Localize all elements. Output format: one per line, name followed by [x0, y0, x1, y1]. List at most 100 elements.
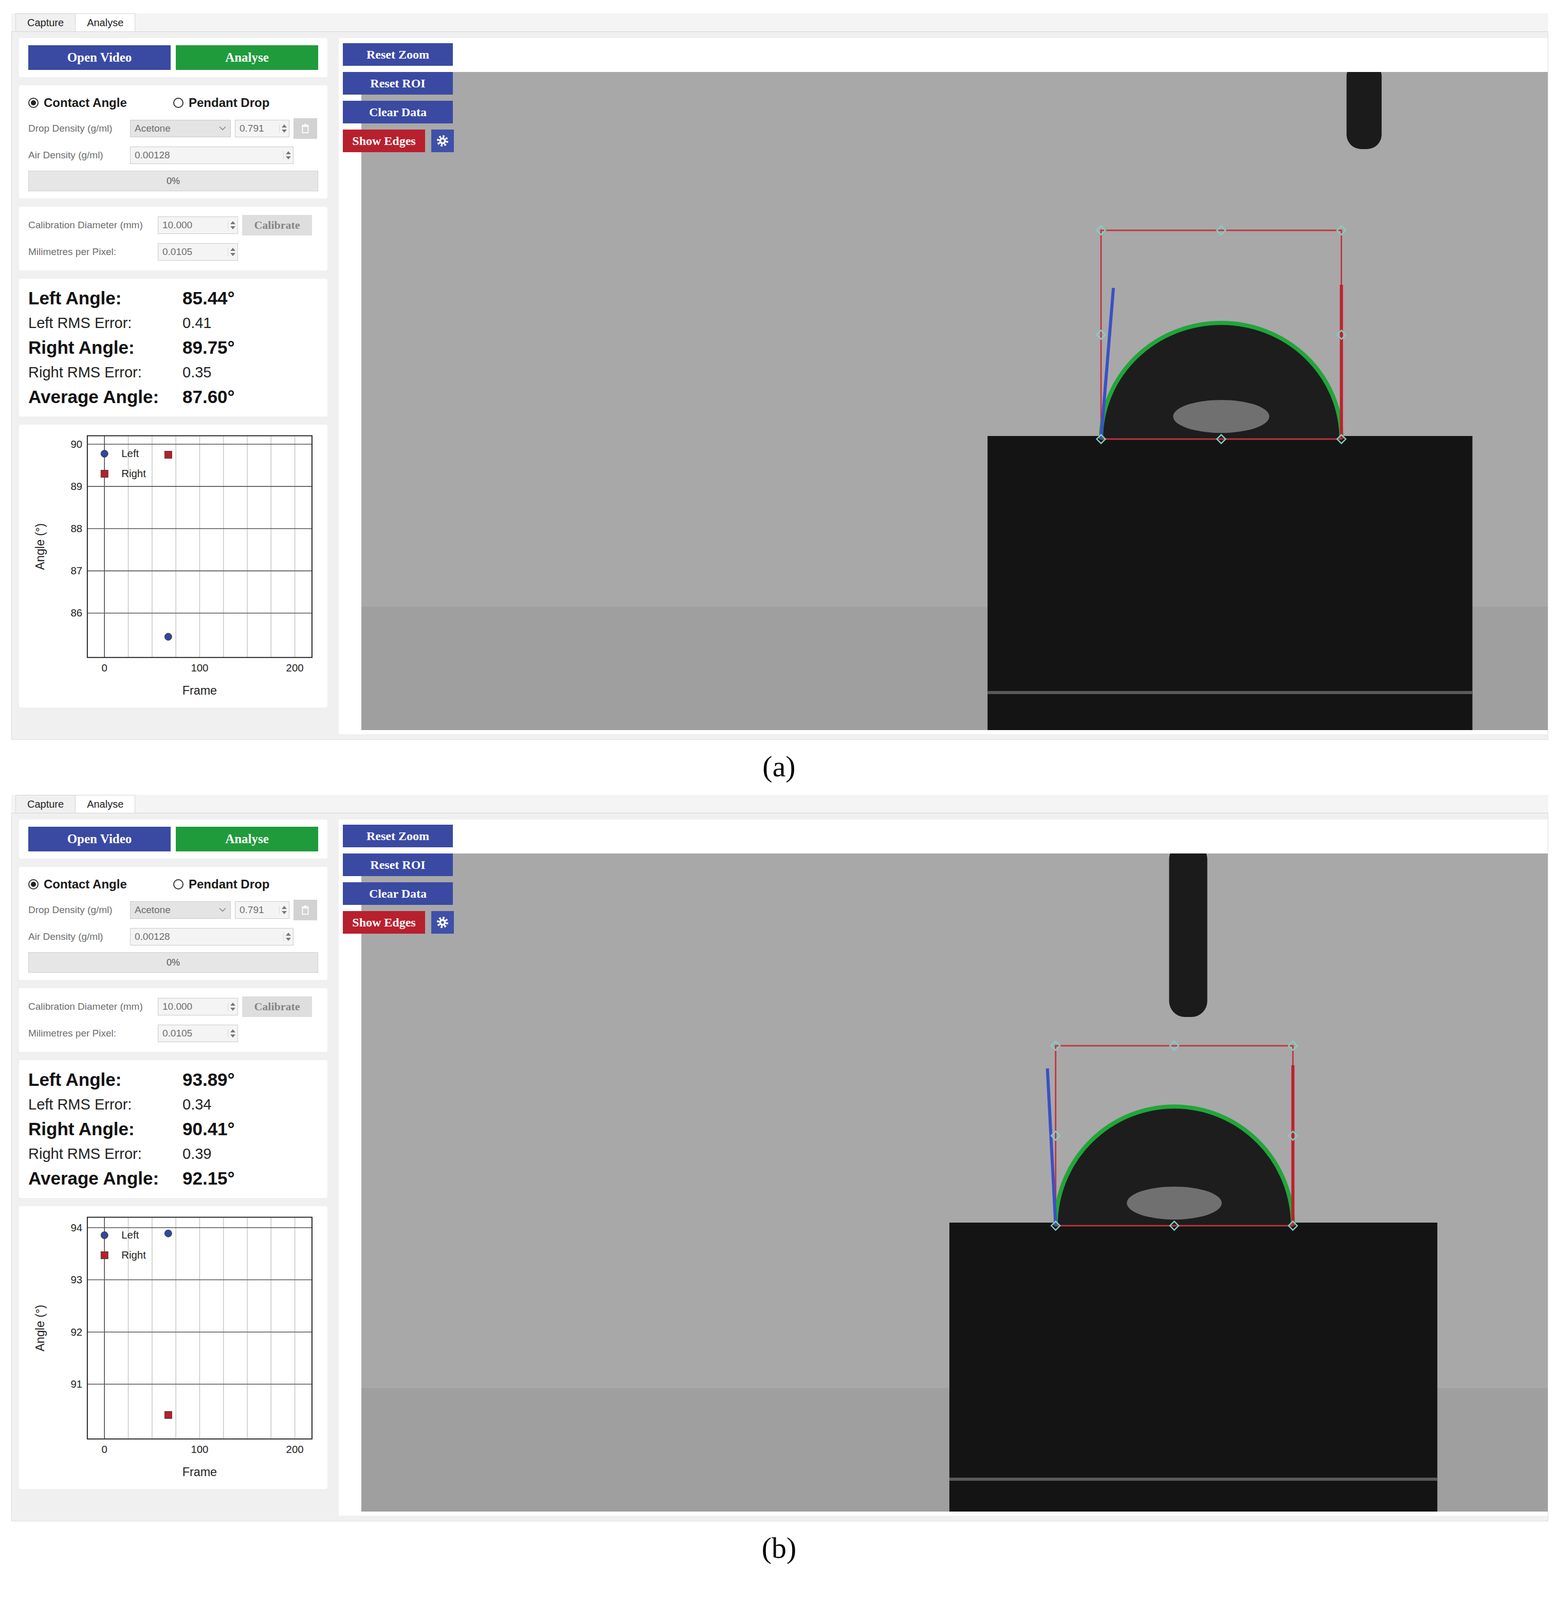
spin-arrows-icon [227, 221, 236, 230]
roi-box[interactable] [1101, 230, 1342, 439]
droplet [1101, 322, 1342, 439]
video-frame [361, 71, 1548, 730]
substrate [949, 1222, 1438, 1512]
settings-button[interactable] [431, 910, 454, 934]
tab[interactable]: Analyse [75, 794, 136, 813]
analyse-page: Open VideoAnalyse Contact AnglePendant Dr… [11, 31, 1549, 740]
calibration-spinbox[interactable]: 10.000 [157, 216, 238, 234]
delete-button[interactable] [293, 118, 318, 139]
view-button[interactable]: Clear Data [342, 100, 453, 124]
edge-toggle-row: Show Edges [342, 129, 454, 153]
mode-radio[interactable]: Pendant Drop [173, 876, 319, 892]
settings-button[interactable] [431, 129, 454, 153]
view-button[interactable]: Reset ROI [342, 853, 453, 876]
data-series [164, 633, 172, 641]
scale-row: Milimetres per Pixel:0.0105 [28, 240, 319, 264]
roi-handle[interactable] [1216, 226, 1226, 235]
data-point [164, 633, 172, 641]
roi-handle[interactable] [1051, 1221, 1060, 1231]
roi-handle[interactable] [1288, 1041, 1298, 1051]
density-spinbox[interactable]: 0.791 [234, 119, 290, 138]
progress-bar: 0% [28, 951, 319, 973]
legend-item: Right [100, 467, 146, 480]
svg-text:0: 0 [101, 1443, 108, 1455]
drop-density-row: Drop Density (g/ml) Acetone0.791 [28, 898, 319, 922]
liquid-combo[interactable]: Acetone [130, 119, 231, 138]
data-point [164, 1410, 172, 1419]
svg-text:87: 87 [70, 564, 83, 577]
roi-handle[interactable] [1216, 434, 1226, 444]
svg-text:0: 0 [101, 662, 108, 674]
drop-density-row: Drop Density (g/ml)Acetone0.791 [28, 117, 319, 140]
roi-handle[interactable] [1169, 1041, 1179, 1051]
roi-handle[interactable] [1096, 330, 1106, 340]
mode-radio[interactable]: Contact Angle [28, 876, 174, 892]
sidebar: Open VideoAnalyse Contact AnglePendant Dr… [19, 38, 328, 708]
field-label: Drop Density (g/ml) [28, 904, 126, 916]
mode-radio[interactable]: Pendant Drop [173, 95, 319, 111]
result-row: Left Angle:85.44° [28, 285, 319, 311]
field-label: Air Density (g/ml) [28, 149, 126, 161]
settings-card: Contact AnglePendant Drop Drop Density (g… [19, 85, 328, 199]
svg-text:100: 100 [190, 662, 209, 674]
open-video-button[interactable]: Open Video [28, 45, 171, 70]
density-spinbox[interactable]: 0.791 [234, 901, 290, 919]
analyse-button[interactable]: Analyse [175, 826, 319, 852]
analyse-button[interactable]: Analyse [175, 45, 319, 70]
roi-handle[interactable] [1051, 1131, 1060, 1141]
tab[interactable]: Capture [15, 13, 76, 32]
calibrate-button[interactable]: Calibrate [242, 996, 313, 1017]
angle-chart: 949392910100200FrameAngle (°)LeftRight [20, 1208, 325, 1487]
svg-text:Left: Left [121, 1229, 139, 1241]
figure-caption: (b) [0, 1520, 1558, 1576]
data-series [164, 451, 172, 459]
legend-item: Left [100, 447, 139, 460]
field-label: Milimetres per Pixel: [28, 1027, 154, 1039]
roi-handle[interactable] [1288, 1221, 1298, 1231]
view-button[interactable]: Reset Zoom [342, 824, 453, 848]
field-label: Air Density (g/ml) [28, 930, 126, 943]
roi-handle[interactable] [1051, 1041, 1060, 1051]
spin-arrows-icon [283, 932, 291, 941]
substrate [987, 435, 1473, 730]
scale-spinbox[interactable]: 0.0105 [157, 243, 238, 261]
edge-toggle-row: Show Edges [342, 910, 454, 934]
roi-handle[interactable] [1336, 330, 1346, 340]
view-button[interactable]: Reset Zoom [342, 43, 453, 66]
show-edges-button[interactable]: Show Edges [342, 910, 426, 934]
tab[interactable]: Analyse [75, 13, 136, 32]
result-row: Right RMS Error:0.39 [28, 1141, 319, 1166]
tab-bar: CaptureAnalyse [11, 13, 1549, 32]
result-row: Right Angle:89.75° [28, 335, 319, 360]
roi-handle[interactable] [1288, 1131, 1298, 1141]
radio-icon [28, 97, 39, 108]
scale-spinbox[interactable]: 0.0105 [157, 1024, 238, 1042]
spin-arrows-icon [227, 247, 236, 256]
roi-handle[interactable] [1336, 226, 1346, 235]
mode-radio[interactable]: Contact Angle [28, 95, 174, 111]
roi-handle[interactable] [1336, 434, 1346, 444]
view-button[interactable]: Reset ROI [342, 71, 453, 95]
air-density-spinbox[interactable]: 0.00128 [130, 927, 294, 946]
roi-handle[interactable] [1096, 434, 1106, 444]
svg-text:Left: Left [121, 447, 139, 460]
roi-handle[interactable] [1096, 226, 1106, 235]
open-video-button[interactable]: Open Video [28, 826, 171, 852]
needle [1168, 853, 1207, 1017]
view-button[interactable]: Clear Data [342, 882, 453, 905]
calibrate-button[interactable]: Calibrate [242, 214, 313, 236]
spin-arrows-icon [227, 1002, 236, 1011]
roi-box[interactable] [1055, 1045, 1294, 1226]
liquid-combo[interactable]: Acetone [130, 901, 231, 919]
svg-text:91: 91 [70, 1378, 83, 1390]
svg-text:92: 92 [70, 1326, 83, 1338]
show-edges-button[interactable]: Show Edges [342, 129, 426, 153]
action-card: Open VideoAnalyse [19, 819, 328, 859]
air-density-spinbox[interactable]: 0.00128 [130, 146, 294, 164]
calibration-spinbox[interactable]: 10.000 [157, 997, 238, 1016]
needle [1346, 71, 1382, 150]
result-row: Average Angle:87.60° [28, 384, 319, 410]
tab[interactable]: Capture [15, 794, 76, 813]
roi-handle[interactable] [1169, 1221, 1179, 1231]
delete-button[interactable] [293, 899, 318, 921]
